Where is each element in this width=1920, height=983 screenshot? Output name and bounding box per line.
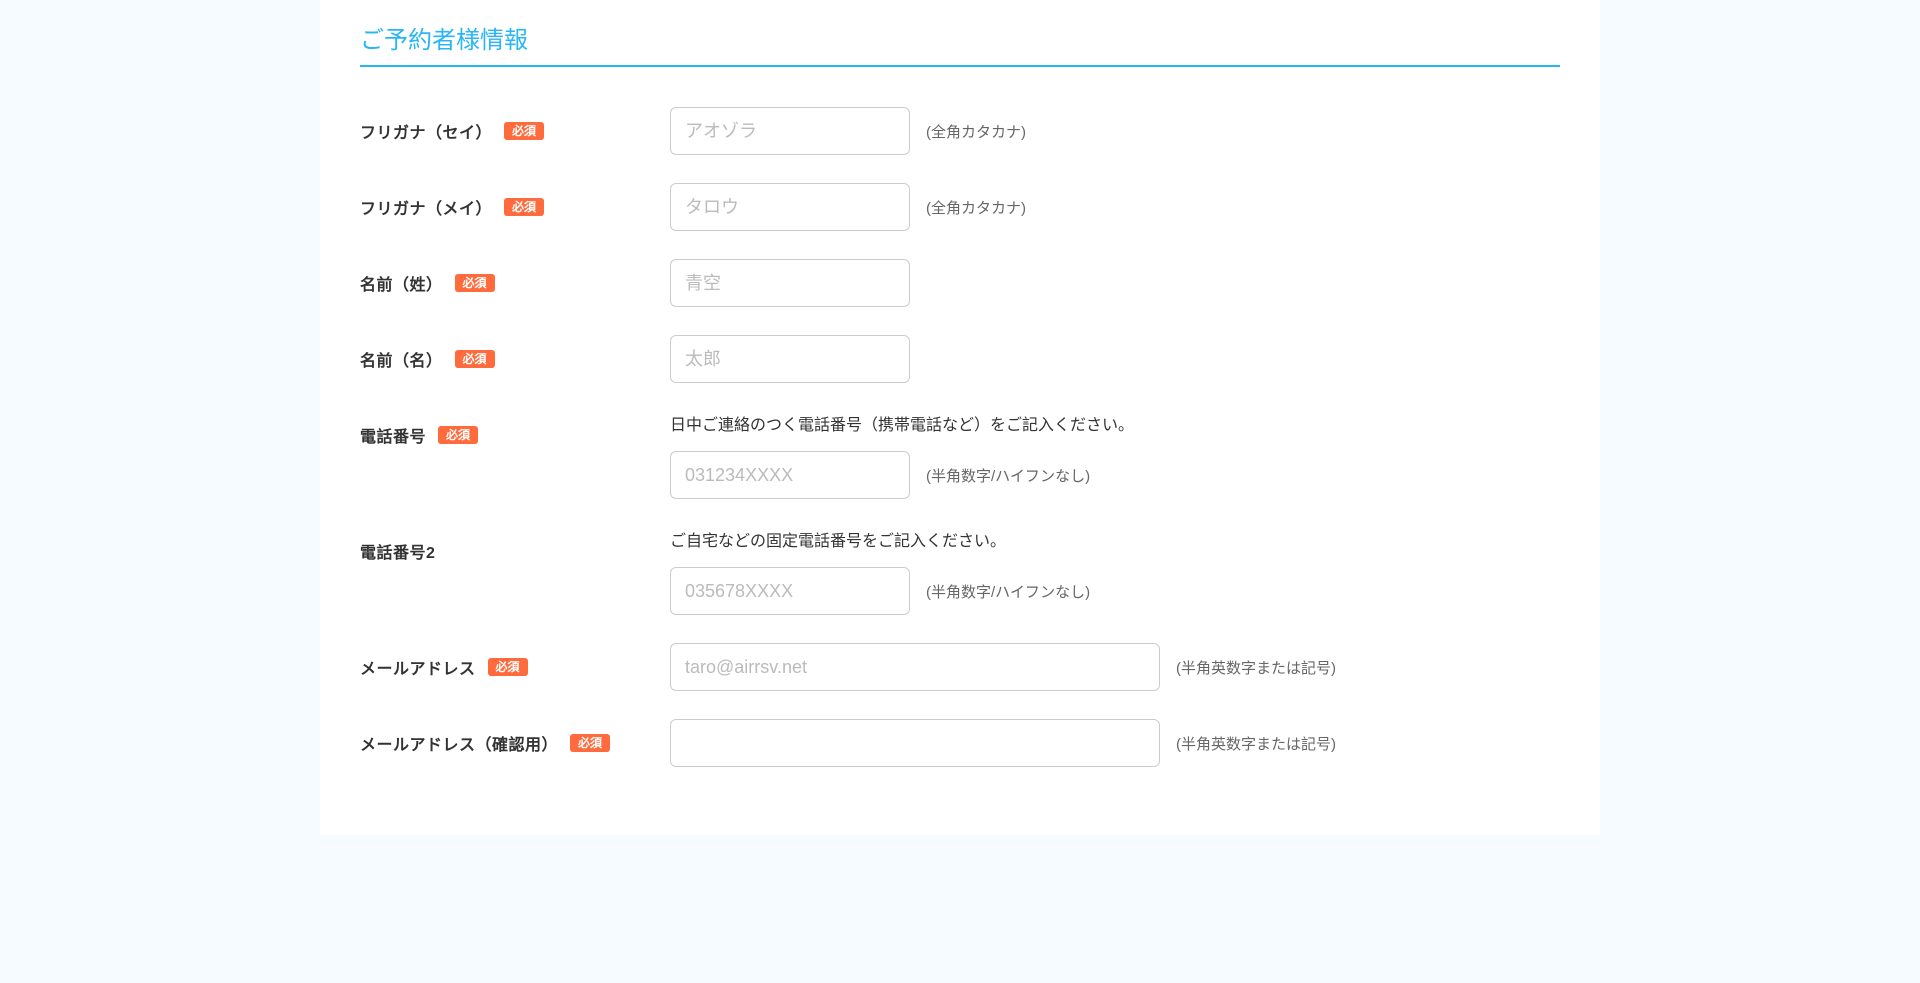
input-col <box>670 335 1560 383</box>
label-name-sei: 名前（姓） <box>360 271 443 295</box>
input-col: (半角英数字または記号) <box>670 643 1560 691</box>
input-email-confirm[interactable] <box>670 719 1160 767</box>
hint-phone2: (半角数字/ハイフンなし) <box>926 581 1090 602</box>
label-col: 名前（姓） 必須 <box>360 259 670 295</box>
label-phone1: 電話番号 <box>360 423 426 447</box>
hint-furigana-sei: (全角カタカナ) <box>926 121 1026 142</box>
input-line: (半角英数字または記号) <box>670 719 1560 767</box>
input-name-mei[interactable] <box>670 335 910 383</box>
input-col: (全角カタカナ) <box>670 183 1560 231</box>
help-phone2: ご自宅などの固定電話番号をご記入ください。 <box>670 527 1560 551</box>
input-email[interactable] <box>670 643 1160 691</box>
label-email: メールアドレス <box>360 655 476 679</box>
label-col: フリガナ（メイ） 必須 <box>360 183 670 219</box>
row-furigana-sei: フリガナ（セイ） 必須 (全角カタカナ) <box>360 107 1560 155</box>
hint-phone1: (半角数字/ハイフンなし) <box>926 465 1090 486</box>
input-col <box>670 259 1560 307</box>
required-badge: 必須 <box>455 350 495 368</box>
row-phone1: 電話番号 必須 日中ご連絡のつく電話番号（携帯電話など）をご記入ください。 (半… <box>360 411 1560 499</box>
label-email-confirm: メールアドレス（確認用） <box>360 731 558 755</box>
input-col: (半角英数字または記号) <box>670 719 1560 767</box>
label-furigana-sei: フリガナ（セイ） <box>360 119 492 143</box>
input-line: (半角数字/ハイフンなし) <box>670 567 1560 615</box>
row-phone2: 電話番号2 ご自宅などの固定電話番号をご記入ください。 (半角数字/ハイフンなし… <box>360 527 1560 615</box>
required-badge: 必須 <box>488 658 528 676</box>
label-col: 名前（名） 必須 <box>360 335 670 371</box>
required-badge: 必須 <box>504 122 544 140</box>
input-phone2[interactable] <box>670 567 910 615</box>
label-phone2: 電話番号2 <box>360 539 435 563</box>
input-line <box>670 335 1560 383</box>
input-line: (半角英数字または記号) <box>670 643 1560 691</box>
hint-email: (半角英数字または記号) <box>1176 657 1336 678</box>
row-email-confirm: メールアドレス（確認用） 必須 (半角英数字または記号) <box>360 719 1560 767</box>
hint-email-confirm: (半角英数字または記号) <box>1176 733 1336 754</box>
row-furigana-mei: フリガナ（メイ） 必須 (全角カタカナ) <box>360 183 1560 231</box>
form-container: ご予約者様情報 フリガナ（セイ） 必須 (全角カタカナ) フリガナ（メイ） 必須… <box>320 0 1600 835</box>
hint-furigana-mei: (全角カタカナ) <box>926 197 1026 218</box>
input-line: (全角カタカナ) <box>670 183 1560 231</box>
input-col: (全角カタカナ) <box>670 107 1560 155</box>
input-name-sei[interactable] <box>670 259 910 307</box>
help-phone1: 日中ご連絡のつく電話番号（携帯電話など）をご記入ください。 <box>670 411 1560 435</box>
input-line <box>670 259 1560 307</box>
label-col: 電話番号 必須 <box>360 411 670 447</box>
required-badge: 必須 <box>570 734 610 752</box>
section-title: ご予約者様情報 <box>360 20 1560 67</box>
input-line: (半角数字/ハイフンなし) <box>670 451 1560 499</box>
label-name-mei: 名前（名） <box>360 347 443 371</box>
input-col: 日中ご連絡のつく電話番号（携帯電話など）をご記入ください。 (半角数字/ハイフン… <box>670 411 1560 499</box>
input-line: (全角カタカナ) <box>670 107 1560 155</box>
required-badge: 必須 <box>504 198 544 216</box>
row-email: メールアドレス 必須 (半角英数字または記号) <box>360 643 1560 691</box>
required-badge: 必須 <box>438 426 478 444</box>
required-badge: 必須 <box>455 274 495 292</box>
label-col: メールアドレス 必須 <box>360 643 670 679</box>
input-phone1[interactable] <box>670 451 910 499</box>
row-name-mei: 名前（名） 必須 <box>360 335 1560 383</box>
label-col: 電話番号2 <box>360 527 670 563</box>
input-furigana-sei[interactable] <box>670 107 910 155</box>
row-name-sei: 名前（姓） 必須 <box>360 259 1560 307</box>
input-col: ご自宅などの固定電話番号をご記入ください。 (半角数字/ハイフンなし) <box>670 527 1560 615</box>
input-furigana-mei[interactable] <box>670 183 910 231</box>
label-furigana-mei: フリガナ（メイ） <box>360 195 492 219</box>
label-col: フリガナ（セイ） 必須 <box>360 107 670 143</box>
label-col: メールアドレス（確認用） 必須 <box>360 719 670 755</box>
